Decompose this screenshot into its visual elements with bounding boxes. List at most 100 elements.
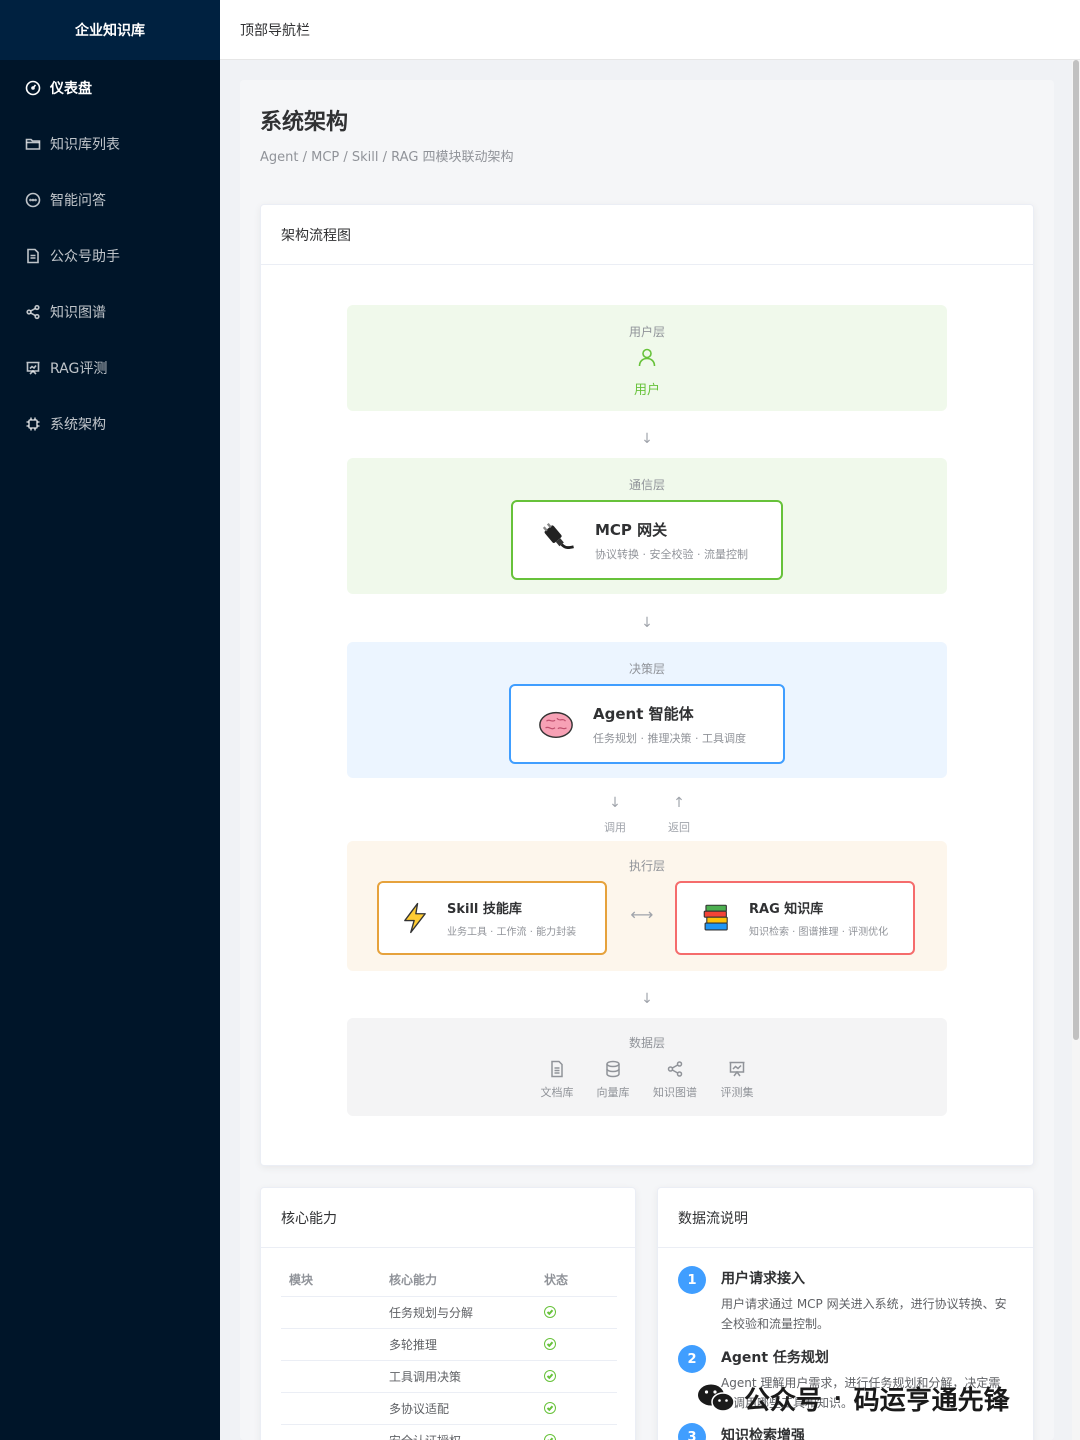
layer-label: 通信层 [628,478,665,492]
call-arrow: ↓ [609,795,621,811]
node-title: RAG 知识库 [749,902,824,917]
data-item-docs: 文档库 [527,1060,587,1100]
top-navbar: 顶部导航栏 [220,0,1080,60]
document-icon [24,247,42,265]
document-icon [551,1060,563,1078]
node-desc: 任务规划 · 推理决策 · 工具调度 [593,731,746,745]
sidebar: 企业知识库 仪表盘 知识库列表 智能问答 公众号助手 知识图谱 RAG评测 系统… [0,0,220,1440]
wechat-icon [698,1384,735,1412]
capabilities-card: 核心能力 模块 核心能力 状态 任务规划与分解 多轮推理 工具调用决策 多协议适… [260,1187,636,1440]
communication-layer: 通信层 MCP 网关 协议转换 · 安全校验 · 流量控制 [347,458,947,594]
user-label: 用户 [633,383,660,398]
step-desc: 用户请求通过 MCP 网关进入系统，进行协议转换、安全校验和流量控制。 [721,1297,1007,1331]
architecture-card: 架构流程图 用户层 用户 ↓ 通信层 MCP 网关 协议转换 · 安全校验 · … [260,204,1034,1166]
capability-cell: 工具调用决策 [381,1360,536,1393]
watermark: 公众号 · 码运亨通先锋 [696,1378,1010,1418]
folder-icon [24,135,42,153]
node-desc: 知识检索 · 图谱推理 · 评测优化 [749,927,889,938]
table-row: 任务规划与分解 [281,1296,617,1329]
share-icon [24,303,42,321]
layer-label: 决策层 [628,662,665,676]
rag-node[interactable]: RAG 知识库 知识检索 · 图谱推理 · 评测优化 [675,881,915,955]
presentation-icon [729,1061,745,1077]
share-icon [667,1061,683,1077]
sidebar-item-label: 智能问答 [50,193,106,209]
layer-label: 数据层 [628,1036,665,1050]
step-number-badge: 2 [678,1345,706,1373]
sidebar-item-knowledge-graph[interactable]: 知识图谱 [0,284,220,340]
page-scrollbar[interactable] [1072,60,1080,1440]
decision-layer: 决策层 Agent 智能体 任务规划 · 推理决策 · 工具调度 [347,642,947,778]
brain-icon [533,701,579,747]
topbar-title: 顶部导航栏 [240,22,310,39]
sidebar-item-rag-eval[interactable]: RAG评测 [0,340,220,396]
page-title: 系统架构 [260,110,349,135]
step-title: Agent 任务规划 [721,1350,829,1366]
call-label: 调用 [604,821,626,834]
node-title: MCP 网关 [595,520,668,539]
chat-icon [24,191,42,209]
lightning-icon [395,895,435,941]
dataflow-step: 3 知识检索增强 [678,1423,1008,1440]
flow-arrow-down: ↓ [641,615,653,631]
column-header: 核心能力 [381,1264,536,1297]
status-cell [536,1424,617,1440]
module-cell [281,1360,381,1393]
watermark-dot: · [834,1386,842,1410]
sidebar-item-dashboard[interactable]: 仪表盘 [0,60,220,116]
bidirectional-arrow: ⟷ [630,905,654,924]
plug-icon [535,517,581,563]
flow-arrow-down: ↓ [641,991,653,1007]
main-content: 系统架构 Agent / MCP / Skill / RAG 四模块联动架构 架… [240,80,1054,1440]
return-arrow: ↑ [673,795,685,811]
page-subtitle: Agent / MCP / Skill / RAG 四模块联动架构 [260,150,514,165]
sidebar-item-wechat-assistant[interactable]: 公众号助手 [0,228,220,284]
table-header-row: 模块 核心能力 状态 [281,1264,617,1297]
cpu-icon [24,415,42,433]
skill-node[interactable]: Skill 技能库 业务工具 · 工作流 · 能力封装 [377,881,607,955]
data-item-evalset: 评测集 [707,1060,767,1100]
status-cell [536,1360,617,1393]
capability-cell: 任务规划与分解 [381,1296,536,1329]
step-title: 用户请求接入 [721,1271,805,1287]
module-cell [281,1328,381,1361]
check-icon [544,1402,556,1414]
mcp-gateway-node[interactable]: MCP 网关 协议转换 · 安全校验 · 流量控制 [511,500,783,580]
sidebar-item-label: RAG评测 [50,361,108,377]
node-title: Agent 智能体 [593,704,694,723]
table-row: 工具调用决策 [281,1360,617,1393]
watermark-text: 码运亨通先锋 [853,1385,1010,1416]
data-item-label: 评测集 [720,1086,754,1099]
table-row: 安全认证授权 [281,1424,617,1440]
capability-cell: 安全认证授权 [381,1424,536,1440]
table-row: 多协议适配 [281,1392,617,1425]
layer-label: 执行层 [628,859,665,873]
module-cell [281,1392,381,1425]
data-layer: 数据层 文档库 向量库 知识图谱 评测集 [347,1018,947,1116]
table-row: 多轮推理 [281,1328,617,1361]
column-header: 模块 [281,1264,381,1297]
node-title: Skill 技能库 [447,902,522,917]
sidebar-item-label: 系统架构 [50,417,106,433]
check-icon [544,1338,556,1350]
agent-node[interactable]: Agent 智能体 任务规划 · 推理决策 · 工具调度 [509,684,785,764]
dashboard-icon [24,79,42,97]
step-number-badge: 1 [678,1266,706,1294]
scrollbar-thumb[interactable] [1073,60,1079,1040]
sidebar-item-system-arch[interactable]: 系统架构 [0,396,220,452]
check-icon [544,1306,556,1318]
sidebar-item-qa[interactable]: 智能问答 [0,172,220,228]
data-item-label: 向量库 [596,1086,630,1099]
sidebar-item-label: 知识图谱 [50,305,106,321]
sidebar-item-kb-list[interactable]: 知识库列表 [0,116,220,172]
module-cell [281,1424,381,1440]
node-desc: 业务工具 · 工作流 · 能力封装 [447,927,577,938]
step-number-badge: 3 [678,1423,706,1440]
column-header: 状态 [536,1264,617,1297]
user-layer: 用户层 用户 [347,305,947,411]
books-icon [697,895,737,941]
brand-title: 企业知识库 [0,0,220,60]
capability-cell: 多协议适配 [381,1392,536,1425]
dataflow-step: 1 用户请求接入 用户请求通过 MCP 网关进入系统，进行协议转换、安全校验和流… [678,1266,1008,1336]
presentation-icon [24,359,42,377]
